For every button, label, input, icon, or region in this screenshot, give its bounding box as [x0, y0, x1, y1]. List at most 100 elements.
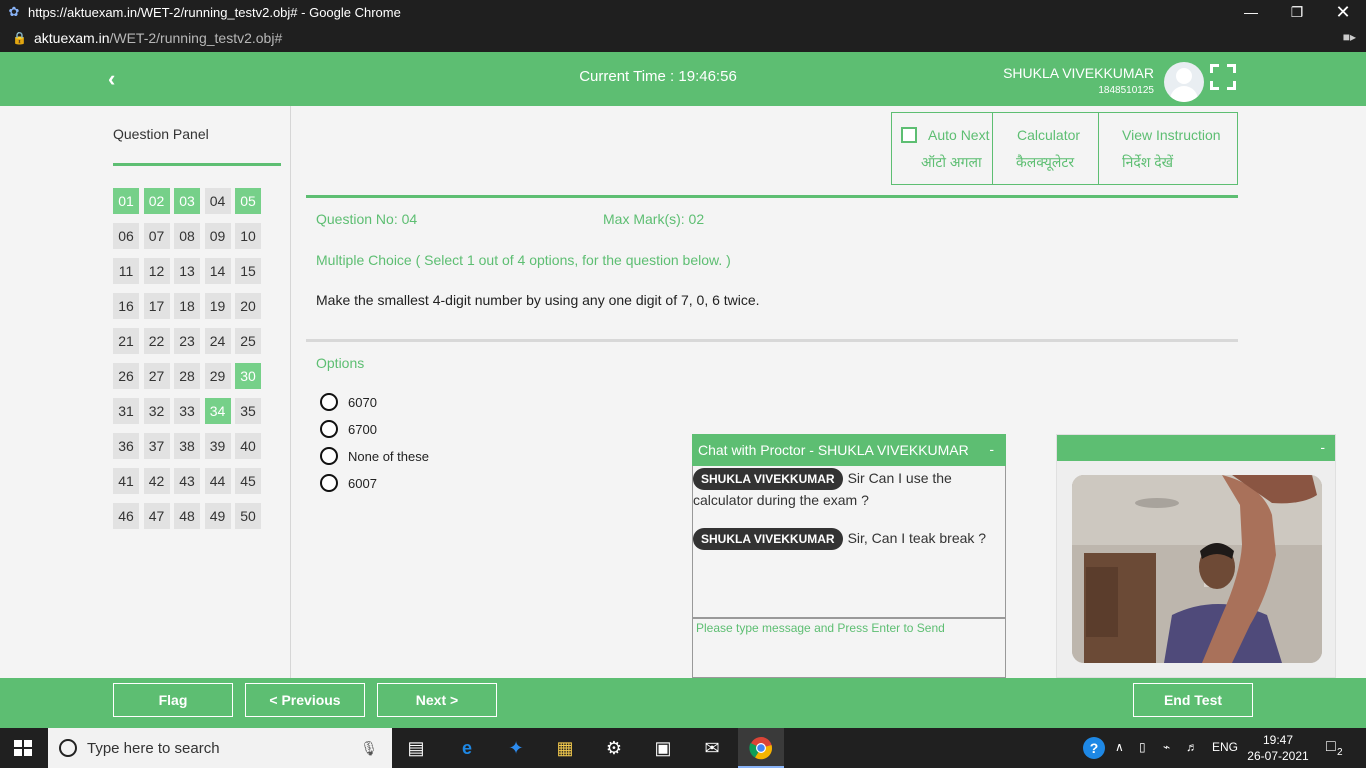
wifi-icon[interactable]: ⌁	[1163, 740, 1170, 754]
question-button-42[interactable]: 42	[143, 468, 170, 494]
volume-icon[interactable]: ♬	[1186, 740, 1198, 754]
question-button-04[interactable]: 04	[204, 188, 231, 214]
edge-browser-icon[interactable]: e	[455, 736, 479, 760]
question-button-25[interactable]: 25	[235, 328, 261, 354]
question-button-49[interactable]: 49	[204, 503, 231, 529]
question-button-40[interactable]: 40	[235, 433, 261, 459]
question-button-39[interactable]: 39	[204, 433, 231, 459]
question-button-28[interactable]: 28	[174, 363, 200, 389]
question-button-06[interactable]: 06	[113, 223, 139, 249]
minimize-window-button[interactable]: —	[1228, 0, 1274, 24]
question-button-34[interactable]: 34	[204, 398, 231, 424]
question-button-13[interactable]: 13	[174, 258, 200, 284]
task-view-icon[interactable]: ▤	[404, 736, 428, 760]
question-button-26[interactable]: 26	[113, 363, 139, 389]
flag-button[interactable]: Flag	[113, 683, 233, 717]
question-button-21[interactable]: 21	[113, 328, 139, 354]
help-icon[interactable]: ?	[1083, 737, 1105, 759]
question-button-14[interactable]: 14	[204, 258, 231, 284]
taskbar-clock[interactable]: 19:47 26-07-2021	[1245, 732, 1311, 764]
option-radio[interactable]	[320, 447, 338, 465]
question-button-38[interactable]: 38	[174, 433, 200, 459]
option-radio[interactable]	[320, 393, 338, 411]
chevron-up-icon[interactable]: ∧	[1115, 740, 1124, 754]
question-button-23[interactable]: 23	[174, 328, 200, 354]
question-button-50[interactable]: 50	[235, 503, 261, 529]
question-button-41[interactable]: 41	[113, 468, 139, 494]
app-lightning-icon[interactable]: ✦	[504, 736, 528, 760]
file-explorer-icon[interactable]: ▦	[553, 736, 577, 760]
battery-icon[interactable]: ▯	[1139, 740, 1146, 754]
question-button-45[interactable]: 45	[235, 468, 261, 494]
question-button-07[interactable]: 07	[143, 223, 170, 249]
question-button-10[interactable]: 10	[235, 223, 261, 249]
question-button-30[interactable]: 30	[235, 363, 261, 389]
clock-date: 26-07-2021	[1247, 749, 1309, 763]
option-4[interactable]: 6007	[320, 473, 377, 493]
question-button-09[interactable]: 09	[204, 223, 231, 249]
microphone-icon[interactable]: 🎙	[360, 740, 378, 757]
question-button-31[interactable]: 31	[113, 398, 139, 424]
question-button-18[interactable]: 18	[174, 293, 200, 319]
option-radio[interactable]	[320, 474, 338, 492]
question-button-02[interactable]: 02	[143, 188, 170, 214]
exam-header: ‹ Current Time : 19:46:56 SHUKLA VIVEKKU…	[0, 52, 1366, 106]
question-button-27[interactable]: 27	[143, 363, 170, 389]
question-button-47[interactable]: 47	[143, 503, 170, 529]
option-radio[interactable]	[320, 420, 338, 438]
restore-window-button[interactable]: ❐	[1274, 0, 1320, 24]
question-button-03[interactable]: 03	[174, 188, 200, 214]
windows-start-icon[interactable]	[14, 740, 32, 756]
question-button-19[interactable]: 19	[204, 293, 231, 319]
option-3[interactable]: None of these	[320, 446, 429, 466]
question-button-15[interactable]: 15	[235, 258, 261, 284]
camera-in-use-icon[interactable]: ■▸	[1343, 30, 1356, 44]
auto-next-toggle[interactable]: Auto Next ऑटो अगला	[892, 113, 993, 184]
close-window-button[interactable]: ✕	[1320, 0, 1366, 24]
question-button-05[interactable]: 05	[235, 188, 261, 214]
question-button-01[interactable]: 01	[113, 188, 139, 214]
question-button-16[interactable]: 16	[113, 293, 139, 319]
settings-gear-icon[interactable]: ⚙	[602, 736, 626, 760]
question-button-46[interactable]: 46	[113, 503, 139, 529]
calculator-button[interactable]: Calculator कैलक्यूलेटर	[993, 113, 1099, 184]
question-button-17[interactable]: 17	[143, 293, 170, 319]
auto-next-checkbox[interactable]	[901, 127, 917, 143]
question-button-08[interactable]: 08	[174, 223, 200, 249]
option-2[interactable]: 6700	[320, 419, 377, 439]
question-button-11[interactable]: 11	[113, 258, 139, 284]
notification-icon[interactable]: □	[1326, 738, 1336, 756]
store-bag-icon[interactable]: ▣	[651, 736, 675, 760]
question-button-44[interactable]: 44	[204, 468, 231, 494]
option-1[interactable]: 6070	[320, 392, 377, 412]
site-favicon-icon: ✿	[8, 4, 20, 19]
view-instruction-button[interactable]: View Instruction निर्देश देखें	[1099, 113, 1237, 184]
message-sender: SHUKLA VIVEKKUMAR	[693, 528, 843, 550]
address-bar[interactable]: 🔒 aktuexam.in/WET-2/running_testv2.obj# …	[0, 24, 1366, 52]
question-button-48[interactable]: 48	[174, 503, 200, 529]
question-button-24[interactable]: 24	[204, 328, 231, 354]
mail-icon[interactable]: ✉	[700, 736, 724, 760]
end-test-button[interactable]: End Test	[1133, 683, 1253, 717]
taskbar-search[interactable]: Type here to search 🎙	[48, 728, 392, 768]
previous-button[interactable]: < Previous	[245, 683, 365, 717]
language-indicator[interactable]: ENG	[1212, 740, 1238, 754]
question-button-32[interactable]: 32	[143, 398, 170, 424]
webcam-minimize-button[interactable]: -	[1320, 439, 1325, 455]
question-button-12[interactable]: 12	[143, 258, 170, 284]
next-button[interactable]: Next >	[377, 683, 497, 717]
candidate-id: 1848510125	[1098, 85, 1154, 96]
question-button-37[interactable]: 37	[143, 433, 170, 459]
question-button-35[interactable]: 35	[235, 398, 261, 424]
chat-minimize-button[interactable]: -	[989, 441, 994, 457]
fullscreen-icon[interactable]	[1210, 64, 1236, 90]
question-button-43[interactable]: 43	[174, 468, 200, 494]
question-text: Make the smallest 4-digit number by usin…	[316, 292, 760, 308]
question-button-20[interactable]: 20	[235, 293, 261, 319]
question-button-22[interactable]: 22	[143, 328, 170, 354]
chrome-taskbar-button[interactable]	[738, 728, 784, 768]
question-button-29[interactable]: 29	[204, 363, 231, 389]
question-button-33[interactable]: 33	[174, 398, 200, 424]
chat-input[interactable]: Please type message and Press Enter to S…	[692, 618, 1006, 678]
question-button-36[interactable]: 36	[113, 433, 139, 459]
